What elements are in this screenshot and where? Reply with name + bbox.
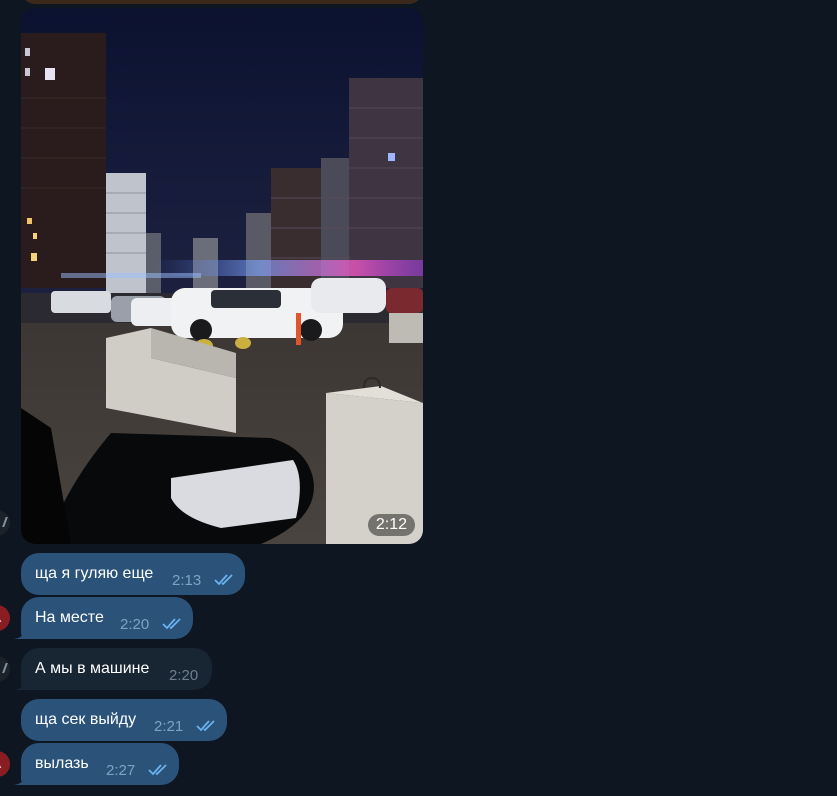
photo-message[interactable]: 2:12: [21, 8, 423, 544]
message-bubble-outgoing[interactable]: ща сек выйду 2:21: [21, 699, 227, 741]
contact-avatar[interactable]: [0, 510, 10, 536]
photo-timestamp: 2:12: [367, 514, 415, 536]
message-bubble-outgoing[interactable]: На месте 2:20: [21, 597, 193, 639]
message-bubble-outgoing[interactable]: ща я гуляю еще 2:13: [21, 553, 245, 595]
message-time: 2:20: [120, 616, 150, 633]
double-check-icon: [148, 764, 167, 776]
message-time: 2:13: [172, 572, 202, 589]
user-avatar[interactable]: [0, 751, 10, 777]
bubble-tail: [13, 625, 27, 639]
message-bubble-incoming[interactable]: А мы в машине 2:20: [21, 648, 212, 690]
bubble-tail: [13, 676, 27, 690]
message-text: А мы в машине: [35, 660, 150, 677]
message-text: ща сек выйду: [35, 711, 137, 728]
message-time: 2:27: [106, 762, 136, 779]
contact-avatar[interactable]: [0, 656, 10, 682]
message-text: вылазь: [35, 755, 89, 772]
double-check-icon: [196, 720, 215, 732]
message-bubble-outgoing[interactable]: вылазь 2:27: [21, 743, 179, 785]
message-text: На месте: [35, 609, 104, 626]
double-check-icon: [214, 574, 233, 586]
message-time: 2:20: [169, 667, 199, 684]
message-time: 2:21: [154, 718, 184, 735]
previous-media-message-edge[interactable]: [21, 0, 423, 4]
bubble-tail: [13, 771, 27, 785]
double-check-icon: [162, 618, 181, 630]
user-avatar[interactable]: [0, 605, 10, 631]
message-text: ща я гуляю еще: [35, 565, 154, 582]
night-parking-photo: [21, 8, 423, 544]
